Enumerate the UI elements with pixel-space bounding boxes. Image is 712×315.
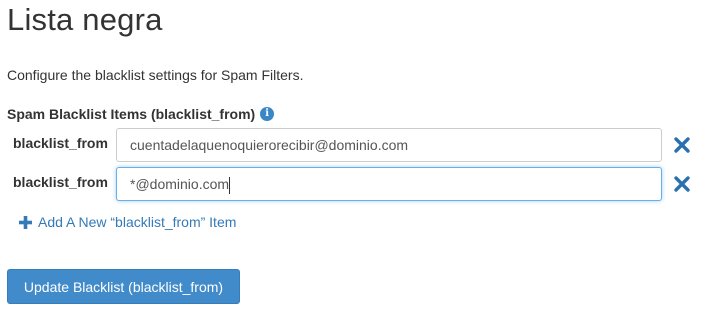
blacklist-row: blacklist_from <box>0 128 712 162</box>
blacklist-item-input[interactable] <box>116 167 662 201</box>
blacklist-item-label: blacklist_from <box>13 135 108 151</box>
add-new-item-link[interactable]: Add A New “blacklist_from” Item <box>19 213 236 231</box>
section-label-text: Spam Blacklist Items (blacklist_from) <box>7 106 256 122</box>
blacklist-row: blacklist_from *@dominio.com <box>0 167 712 201</box>
blacklist-item-input[interactable] <box>116 128 662 162</box>
plus-icon <box>19 215 32 229</box>
section-label: Spam Blacklist Items (blacklist_from) i <box>7 105 275 123</box>
blacklist-item-label: blacklist_from <box>13 174 108 190</box>
update-blacklist-button[interactable]: Update Blacklist (blacklist_from) <box>7 269 240 304</box>
times-icon[interactable] <box>673 136 691 154</box>
add-new-item-label: Add A New “blacklist_from” Item <box>38 214 237 230</box>
times-icon[interactable] <box>673 175 691 193</box>
page-description: Configure the blacklist settings for Spa… <box>7 67 304 83</box>
page-title: Lista negra <box>7 2 163 37</box>
info-circle-icon[interactable]: i <box>260 107 275 121</box>
blacklist-page: Lista negra Configure the blacklist sett… <box>0 0 712 315</box>
